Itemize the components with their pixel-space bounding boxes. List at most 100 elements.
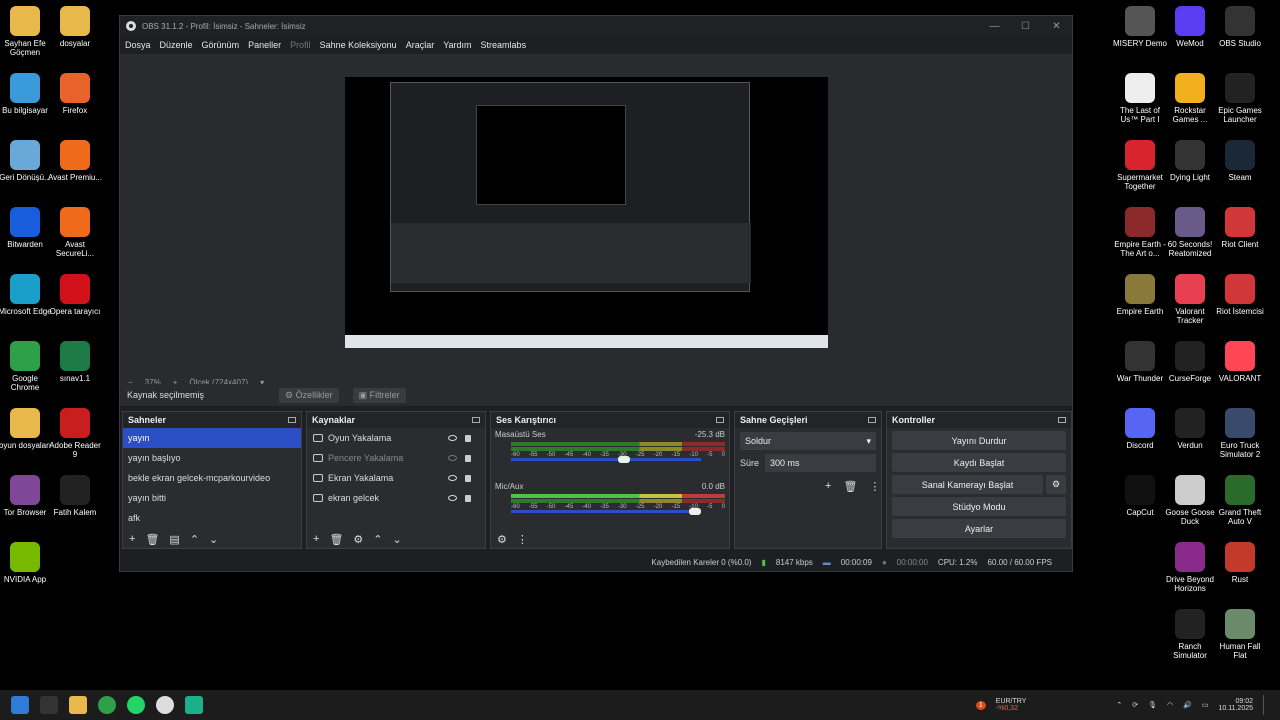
desktop-shortcut[interactable]: MISERY Demo [1112, 6, 1168, 48]
menu-edit[interactable]: Düzenle [160, 40, 193, 50]
task-view-icon[interactable] [40, 696, 58, 714]
properties-button[interactable]: ⚙ Özellikler [279, 387, 339, 403]
scene-item[interactable]: yayın bitti [123, 488, 301, 508]
popout-icon[interactable] [716, 417, 724, 423]
source-item[interactable]: Oyun Yakalama [307, 428, 485, 448]
currency-widget[interactable]: EUR/TRY -%0,32 [996, 698, 1027, 712]
lock-icon[interactable] [465, 434, 471, 442]
menu-file[interactable]: Dosya [125, 40, 151, 50]
more-icon[interactable]: ⋮ [517, 533, 528, 546]
desktop-shortcut[interactable]: 60 Seconds! Reatomized [1162, 207, 1218, 258]
lock-icon[interactable] [465, 494, 471, 502]
scene-item[interactable]: yayın [123, 428, 301, 448]
desktop-shortcut[interactable]: Avast SecureLi... [47, 207, 103, 258]
scene-item[interactable]: afk [123, 508, 301, 528]
desktop-shortcut[interactable]: WeMod [1162, 6, 1218, 48]
battery-icon[interactable]: ▭ [1202, 701, 1209, 709]
menu-scene-collection[interactable]: Sahne Koleksiyonu [320, 40, 397, 50]
add-icon[interactable]: + [129, 533, 135, 545]
clock[interactable]: 09:02 10.11.2025 [1218, 698, 1253, 712]
eye-icon[interactable] [448, 475, 457, 481]
desktop-shortcut[interactable]: dosyalar [47, 6, 103, 48]
arrow-down-icon[interactable]: ⌄ [393, 533, 402, 546]
desktop-shortcut[interactable]: Riot Client [1212, 207, 1268, 249]
eye-icon[interactable] [448, 495, 457, 501]
desktop-shortcut[interactable]: War Thunder [1112, 341, 1168, 383]
trash-icon[interactable]: 🗑 [145, 533, 159, 546]
obs-taskbar-icon[interactable] [156, 696, 174, 714]
add-icon[interactable]: + [313, 533, 319, 545]
desktop-shortcut[interactable]: Adobe Reader 9 [47, 408, 103, 459]
duration-input[interactable]: 300 ms [765, 454, 876, 472]
add-icon[interactable]: + [825, 480, 831, 493]
desktop-shortcut[interactable]: Bitwarden [0, 207, 53, 249]
desktop-shortcut[interactable]: Tor Browser [0, 475, 53, 517]
popout-icon[interactable] [1058, 417, 1066, 423]
desktop-shortcut[interactable]: The Last of Us™ Part I [1112, 73, 1168, 124]
desktop-shortcut[interactable]: NVIDIA App [0, 542, 53, 584]
desktop-shortcut[interactable]: Sayhan Efe Göçmen [0, 6, 53, 57]
desktop-shortcut[interactable]: Discord [1112, 408, 1168, 450]
minimize-button[interactable]: — [979, 21, 1010, 32]
app-icon[interactable] [185, 696, 203, 714]
arrow-down-icon[interactable]: ⌄ [209, 533, 218, 546]
chrome-icon[interactable] [98, 696, 116, 714]
popout-icon[interactable] [472, 417, 480, 423]
mic-icon[interactable]: 🎙 [1148, 701, 1157, 709]
lock-icon[interactable] [465, 454, 471, 462]
stop-stream-button[interactable]: Yayını Durdur [892, 431, 1066, 450]
chevron-up-icon[interactable]: ⌃ [1116, 701, 1122, 709]
show-desktop-button[interactable] [1263, 695, 1268, 715]
desktop-shortcut[interactable]: OBS Studio [1212, 6, 1268, 48]
slider-knob[interactable] [617, 456, 630, 463]
studio-mode-button[interactable]: Stüdyo Modu [892, 497, 1066, 516]
popout-icon[interactable] [288, 417, 296, 423]
desktop-shortcut[interactable]: Ranch Simulator [1162, 609, 1218, 660]
trash-icon[interactable]: 🗑 [329, 533, 343, 546]
whatsapp-icon[interactable] [127, 696, 145, 714]
volume-slider[interactable] [511, 456, 701, 463]
eye-icon[interactable] [448, 435, 457, 441]
start-icon[interactable] [11, 696, 29, 714]
wifi-icon[interactable]: ◠ [1167, 701, 1173, 709]
desktop-shortcut[interactable]: Avast Premiu... [47, 140, 103, 182]
desktop-shortcut[interactable]: Empire Earth [1112, 274, 1168, 316]
gear-icon[interactable]: ⚙ [353, 533, 363, 546]
lock-icon[interactable] [465, 474, 471, 482]
desktop-shortcut[interactable]: Valorant Tracker [1162, 274, 1218, 325]
desktop-shortcut[interactable]: Fatih Kalem [47, 475, 103, 517]
desktop-shortcut[interactable]: Human Fall Flat [1212, 609, 1268, 660]
desktop-shortcut[interactable]: CurseForge [1162, 341, 1218, 383]
desktop-shortcut[interactable]: Steam [1212, 140, 1268, 182]
desktop-shortcut[interactable]: Grand Theft Auto V [1212, 475, 1268, 526]
arrow-up-icon[interactable]: ⌃ [373, 533, 382, 546]
preview-area[interactable] [120, 54, 1072, 374]
maximize-button[interactable]: ☐ [1010, 21, 1041, 32]
eye-off-icon[interactable] [448, 455, 457, 461]
trash-icon[interactable]: 🗑 [843, 480, 857, 493]
desktop-shortcut[interactable]: Firefox [47, 73, 103, 115]
desktop-shortcut[interactable]: Verdun [1162, 408, 1218, 450]
menu-profile[interactable]: Profil [290, 40, 311, 50]
desktop-shortcut[interactable]: Supermarket Together [1112, 140, 1168, 191]
desktop-shortcut[interactable]: Goose Goose Duck [1162, 475, 1218, 526]
desktop-shortcut[interactable]: oyun dosyaları [0, 408, 53, 450]
menu-help[interactable]: Yardım [443, 40, 471, 50]
menu-docks[interactable]: Paneller [248, 40, 281, 50]
source-item[interactable]: ekran gelcek [307, 488, 485, 508]
volume-slider[interactable] [511, 508, 701, 515]
desktop-shortcut[interactable]: Rockstar Games ... [1162, 73, 1218, 124]
filters-button[interactable]: ▣ Filtreler [352, 387, 406, 403]
popout-icon[interactable] [868, 417, 876, 423]
more-icon[interactable]: ⋮ [869, 480, 880, 493]
settings-button[interactable]: Ayarlar [892, 519, 1066, 538]
desktop-shortcut[interactable]: Opera tarayıcı [47, 274, 103, 316]
arrow-up-icon[interactable]: ⌃ [190, 533, 199, 546]
desktop-shortcut[interactable]: sınav1.1 [47, 341, 103, 383]
desktop-shortcut[interactable]: VALORANT [1212, 341, 1268, 383]
scene-item[interactable]: bekle ekran gelcek-mcparkourvideo [123, 468, 301, 488]
file-explorer-icon[interactable] [69, 696, 87, 714]
scene-item[interactable]: yayın başlıyo [123, 448, 301, 468]
desktop-shortcut[interactable]: Drive Beyond Horizons [1162, 542, 1218, 593]
menu-view[interactable]: Görünüm [202, 40, 240, 50]
